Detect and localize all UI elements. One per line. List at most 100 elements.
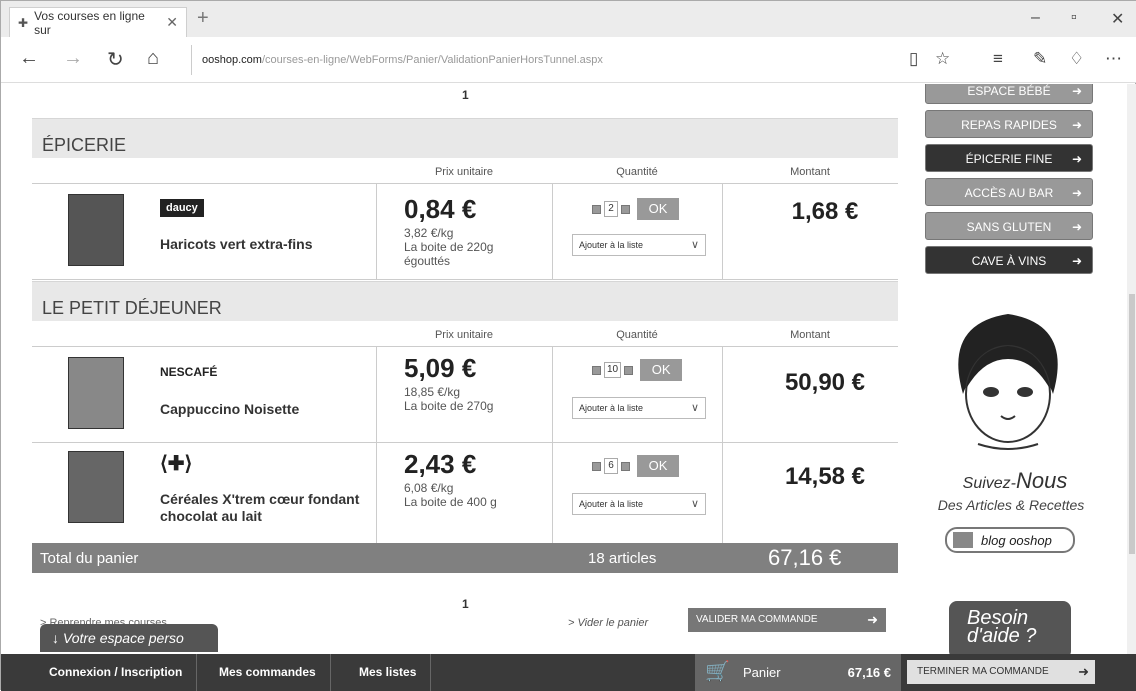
arrow-right-icon: ➜ — [1071, 152, 1082, 166]
sidebar-cave-vins-button[interactable]: CAVE À VINS ➜ — [925, 246, 1093, 274]
product-desc: La boite de 270g — [404, 399, 494, 413]
add-to-list-select[interactable]: Ajouter à la liste ∨ — [572, 397, 706, 419]
product-desc: La boite de 400 g — [404, 495, 497, 509]
divider — [552, 184, 553, 280]
arrow-right-icon: ➜ — [1071, 186, 1082, 200]
terminer-commande-button[interactable]: TERMINER MA COMMANDE ➜ — [907, 660, 1095, 684]
url-path: /courses-en-ligne/WebForms/Panier/Valida… — [261, 54, 603, 66]
new-tab-icon[interactable]: + — [197, 7, 209, 30]
pagination-bottom[interactable]: 1 — [462, 597, 469, 611]
web-note-icon[interactable]: ✎ — [1033, 49, 1047, 69]
sidebar-acces-bar-button[interactable]: ACCÈS AU BAR ➜ — [925, 178, 1093, 206]
close-tab-icon[interactable]: ✕ — [166, 14, 178, 31]
arrow-right-icon: ➜ — [1071, 254, 1082, 268]
panier-summary[interactable]: 🛒 Panier 67,16 € — [695, 654, 901, 691]
reading-view-icon[interactable]: ▯ — [909, 49, 918, 69]
column-headers: Prix unitaire Quantité Montant — [32, 321, 898, 347]
ok-button[interactable]: OK — [637, 198, 679, 220]
quantity-input[interactable]: 2 — [604, 201, 618, 217]
increase-button[interactable] — [624, 365, 634, 375]
forward-icon[interactable]: → — [63, 47, 83, 70]
divider — [552, 347, 553, 443]
column-headers: Prix unitaire Quantité Montant — [32, 158, 898, 184]
chevron-down-icon: ∨ — [690, 498, 699, 510]
total-amount: 67,16 € — [768, 545, 842, 570]
close-window-icon[interactable]: ✕ — [1111, 9, 1124, 29]
more-icon[interactable]: ⋯ — [1105, 49, 1122, 69]
ok-button[interactable]: OK — [637, 455, 679, 477]
decrease-button[interactable] — [592, 204, 601, 214]
pagination-top[interactable]: 1 — [462, 88, 469, 102]
ok-button[interactable]: OK — [640, 359, 683, 381]
site-favicon-icon: ✚ — [18, 15, 29, 30]
maximize-icon[interactable]: ▫ — [1071, 9, 1077, 27]
sidebar-epicerie-fine-button[interactable]: ÉPICERIE FINE ➜ — [925, 144, 1093, 172]
decrease-button[interactable] — [592, 365, 601, 375]
divider — [552, 443, 553, 543]
refresh-icon[interactable]: ↻ — [107, 47, 124, 72]
divider — [376, 443, 377, 543]
unit-price: 0,84 € — [404, 194, 477, 224]
product-image[interactable] — [68, 451, 124, 523]
home-icon[interactable]: ⌂ — [147, 47, 159, 70]
share-icon[interactable]: ♢ — [1069, 49, 1084, 69]
brand-logo: daucy — [160, 199, 204, 217]
product-image[interactable] — [68, 357, 124, 429]
increase-button[interactable] — [621, 461, 630, 471]
back-icon[interactable]: ← — [19, 47, 39, 70]
arrow-right-icon: ➜ — [1071, 220, 1082, 234]
total-count: 18 articles — [588, 550, 657, 567]
blog-icon — [953, 532, 973, 548]
product-name[interactable]: Céréales X'trem cœur fondant chocolat au… — [160, 491, 375, 525]
cart-row: daucy Haricots vert extra-fins 0,84 € 3,… — [32, 184, 898, 280]
valider-commande-button[interactable]: VALIDER MA COMMANDE ➜ — [688, 608, 886, 632]
browser-window: ✚ Vos courses en ligne sur ✕ + – ▫ ✕ ← →… — [0, 0, 1136, 691]
increase-button[interactable] — [621, 204, 630, 214]
arrow-right-icon: ➜ — [1071, 118, 1082, 132]
quantity-input[interactable]: 10 — [604, 362, 622, 378]
product-desc: La boite de 220g égouttés — [404, 240, 494, 268]
product-name[interactable]: Haricots vert extra-fins — [160, 236, 375, 253]
cart-row: ⟨✚⟩ Céréales X'trem cœur fondant chocola… — [32, 443, 898, 543]
browser-tab[interactable]: ✚ Vos courses en ligne sur ✕ — [9, 7, 187, 37]
header-montant: Montant — [790, 166, 830, 178]
besoin-aide-button[interactable]: Besoin d'aide ? — [949, 601, 1071, 659]
cart-total-bar: Total du panier 18 articles 67,16 € — [32, 543, 898, 573]
cart-row: NESCAFÉ Cappuccino Noisette 5,09 € 18,85… — [32, 347, 898, 443]
quantity-stepper: 10 OK — [592, 359, 683, 381]
scrollbar-thumb[interactable] — [1129, 294, 1135, 554]
vider-panier-link[interactable]: > Vider le panier — [568, 617, 648, 629]
scrollbar[interactable] — [1127, 84, 1136, 691]
divider — [722, 443, 723, 543]
product-image[interactable] — [68, 194, 124, 266]
price-per-kg: 6,08 €/kg — [404, 481, 454, 495]
page-content: 1 ÉPICERIE Prix unitaire Quantité Montan… — [1, 84, 1136, 691]
minimize-icon[interactable]: – — [1031, 9, 1040, 27]
product-name[interactable]: Cappuccino Noisette — [160, 401, 375, 418]
sidebar-sans-gluten-button[interactable]: SANS GLUTEN ➜ — [925, 212, 1093, 240]
connexion-link[interactable]: Connexion / Inscription — [35, 654, 198, 691]
mes-listes-link[interactable]: Mes listes — [345, 654, 432, 691]
quantity-stepper: 2 OK — [592, 198, 679, 220]
blog-ooshop-button[interactable]: blog ooshop — [945, 527, 1075, 553]
header-prix: Prix unitaire — [434, 329, 494, 341]
chevron-down-icon: ∨ — [690, 402, 699, 414]
quantity-stepper: 6 OK — [592, 455, 679, 477]
sidebar-espace-bebe-button[interactable]: ESPACE BÉBÉ ➜ — [925, 84, 1093, 104]
divider — [376, 347, 377, 443]
decrease-button[interactable] — [592, 461, 601, 471]
add-to-list-select[interactable]: Ajouter à la liste ∨ — [572, 493, 706, 515]
add-to-list-select[interactable]: Ajouter à la liste ∨ — [572, 234, 706, 256]
sidebar-repas-rapides-button[interactable]: REPAS RAPIDES ➜ — [925, 110, 1093, 138]
brand-logo: NESCAFÉ — [160, 365, 218, 379]
line-amount: 50,90 € — [784, 369, 866, 396]
url-field[interactable]: ooshop.com /courses-en-ligne/WebForms/Pa… — [191, 45, 901, 75]
mes-commandes-link[interactable]: Mes commandes — [205, 654, 331, 691]
hub-icon[interactable]: ≡ — [993, 49, 1003, 69]
quantity-input[interactable]: 6 — [604, 458, 618, 474]
line-amount: 1,68 € — [791, 198, 859, 225]
espace-perso-tab[interactable]: ↓ Votre espace perso — [40, 624, 218, 652]
unit-price: 5,09 € — [404, 353, 477, 383]
favorite-star-icon[interactable]: ☆ — [935, 49, 950, 69]
chevron-down-icon: ∨ — [690, 239, 699, 251]
